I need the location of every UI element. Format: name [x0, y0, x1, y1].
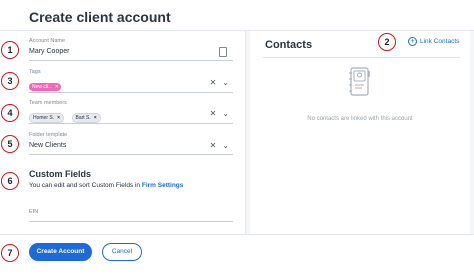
annotation-marker: 2: [378, 33, 396, 51]
tags-underline: [29, 92, 233, 93]
address-book-icon: [349, 67, 370, 96]
team-member-chip[interactable]: Homer S. ×: [29, 112, 65, 123]
team-member-chip-label: Homer S.: [33, 114, 55, 121]
custom-fields-title: Custom Fields: [29, 169, 92, 179]
annotation-marker: 7: [1, 244, 19, 262]
tag-chip[interactable]: New cli... ×: [29, 82, 62, 91]
remove-member-icon[interactable]: ×: [57, 115, 60, 121]
custom-fields-text: You can edit and sort Custom Fields in F…: [29, 182, 183, 189]
team-members-chip-list: Homer S. × Bart S. ×: [29, 109, 233, 127]
contacts-title: Contacts: [265, 39, 313, 51]
page-title: Create client account: [29, 9, 171, 25]
firm-settings-link[interactable]: Firm Settings: [142, 182, 184, 189]
annotation-marker: 4: [1, 104, 19, 122]
clear-members-icon[interactable]: ✕: [210, 109, 217, 118]
plus-circle-icon: +: [408, 37, 417, 46]
chevron-down-icon[interactable]: ⌄: [222, 141, 229, 150]
tag-chip-label: New cli...: [32, 83, 53, 90]
annotation-marker: 5: [1, 135, 19, 153]
team-member-chip[interactable]: Bart S. ×: [71, 112, 101, 123]
folder-template-label: Folder template: [29, 132, 68, 138]
folder-template-underline: [29, 154, 233, 155]
remove-member-icon[interactable]: ×: [94, 115, 97, 121]
contacts-divider: [263, 57, 460, 58]
folder-template-field[interactable]: Folder template New Clients ✕ ⌄: [29, 132, 233, 155]
link-contacts-label: Link Contacts: [420, 38, 460, 45]
remove-tag-icon[interactable]: ×: [55, 84, 58, 90]
ein-field[interactable]: [29, 221, 233, 222]
account-name-underline: [29, 60, 233, 61]
clear-tags-icon[interactable]: ✕: [210, 78, 217, 87]
ein-label: EIN: [29, 209, 39, 215]
account-name-value[interactable]: Mary Cooper: [29, 48, 233, 55]
custom-fields-description: You can edit and sort Custom Fields in: [29, 182, 141, 189]
create-account-button[interactable]: Create Account: [29, 243, 92, 261]
folder-template-value[interactable]: New Clients: [29, 142, 233, 149]
chevron-down-icon[interactable]: ⌄: [222, 109, 229, 118]
cancel-button[interactable]: Cancel: [102, 243, 142, 261]
footer-divider: [0, 234, 474, 235]
team-members-underline: [29, 123, 233, 124]
no-contacts-message: No contacts are linked with this account: [307, 116, 413, 122]
contact-card-icon: [219, 47, 227, 57]
team-member-chip-label: Bart S.: [75, 114, 91, 121]
tags-field[interactable]: Tags New cli... × ✕ ⌄: [29, 69, 233, 96]
team-members-label: Team members: [29, 100, 67, 106]
chevron-down-icon[interactable]: ⌄: [222, 78, 229, 87]
tags-chip-list: New cli... ×: [29, 78, 233, 96]
clear-folder-icon[interactable]: ✕: [210, 141, 217, 150]
contacts-card: Contacts + Link Contacts No contacts are…: [250, 31, 470, 234]
contacts-panel: Contacts + Link Contacts No contacts are…: [246, 31, 474, 234]
team-members-field[interactable]: Team members Homer S. × Bart S. × ✕ ⌄: [29, 100, 233, 127]
annotation-marker: 3: [1, 72, 19, 90]
annotation-marker: 1: [1, 41, 19, 59]
account-name-label: Account Name: [29, 38, 66, 44]
annotation-marker: 6: [1, 172, 19, 190]
link-contacts-button[interactable]: + Link Contacts: [408, 37, 459, 46]
account-name-field[interactable]: Account Name Mary Cooper: [29, 38, 233, 61]
tags-label: Tags: [29, 69, 41, 75]
